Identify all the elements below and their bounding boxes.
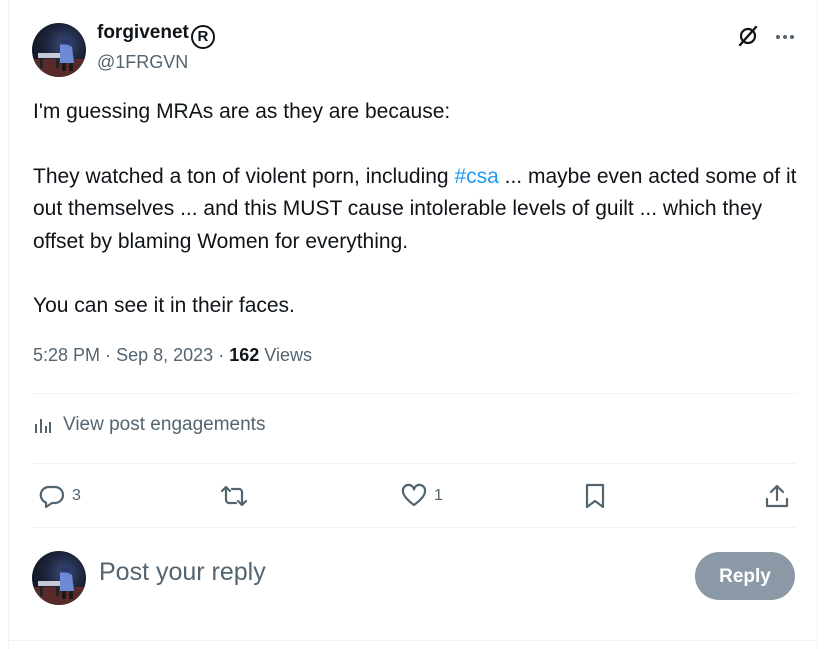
reply-count: 3: [72, 487, 81, 504]
author-handle[interactable]: @1FRGVN: [97, 52, 188, 73]
like-action-button[interactable]: 1: [400, 482, 443, 510]
grok-slash-icon[interactable]: [737, 25, 759, 52]
divider: [33, 527, 796, 528]
author-name[interactable]: forgivenet R: [97, 22, 215, 49]
reply-button[interactable]: Reply: [695, 552, 795, 600]
post-detail-panel: forgivenet R @1FRGVN I'm guessing MRAs ar…: [8, 0, 818, 649]
current-user-avatar[interactable]: [32, 551, 86, 605]
author-avatar[interactable]: [32, 23, 86, 77]
post-text: I'm guessing MRAs are as they are becaus…: [33, 96, 803, 323]
repost-action-button[interactable]: [219, 482, 255, 510]
reply-bubble-icon: [39, 485, 65, 509]
repost-arrows-icon: [220, 485, 248, 507]
views-count: 162: [229, 345, 260, 365]
post-date[interactable]: Sep 8, 2023: [116, 345, 213, 365]
post-metadata: 5:28 PM · Sep 8, 2023 · 162 Views: [33, 345, 312, 366]
analytics-icon: [35, 419, 51, 433]
view-engagements-link[interactable]: View post engagements: [33, 414, 265, 436]
views-label: Views: [264, 345, 312, 365]
like-count: 1: [434, 487, 443, 504]
reply-action-button[interactable]: 3: [38, 482, 81, 510]
post-paragraph-2-start: They watched a ton of violent porn, incl…: [33, 164, 455, 188]
post-line-1: I'm guessing MRAs are as they are becaus…: [33, 100, 451, 123]
divider: [33, 393, 796, 394]
bookmark-icon: [585, 483, 605, 509]
registered-badge-icon: R: [190, 25, 215, 49]
post-time[interactable]: 5:28 PM: [33, 345, 100, 365]
reply-input[interactable]: Post your reply: [99, 558, 266, 587]
avatar-piano-player-icon: [32, 563, 86, 605]
share-upload-icon: [765, 484, 789, 508]
post-line-3: You can see it in their faces.: [33, 294, 295, 317]
share-action-button[interactable]: [763, 482, 791, 510]
meta-separator: ·: [218, 345, 225, 365]
more-dots-icon[interactable]: [774, 26, 796, 53]
post-paragraph-2: They watched a ton of violent porn, incl…: [33, 161, 803, 259]
hashtag-link[interactable]: #csa: [454, 165, 498, 188]
divider: [33, 463, 796, 464]
divider: [9, 640, 817, 641]
view-engagements-label[interactable]: View post engagements: [63, 414, 265, 436]
heart-icon: [401, 483, 427, 507]
bookmark-action-button[interactable]: [582, 482, 608, 510]
meta-separator: ·: [105, 345, 112, 365]
author-display-name[interactable]: forgivenet: [97, 22, 189, 43]
avatar-piano-player-icon: [32, 35, 86, 77]
